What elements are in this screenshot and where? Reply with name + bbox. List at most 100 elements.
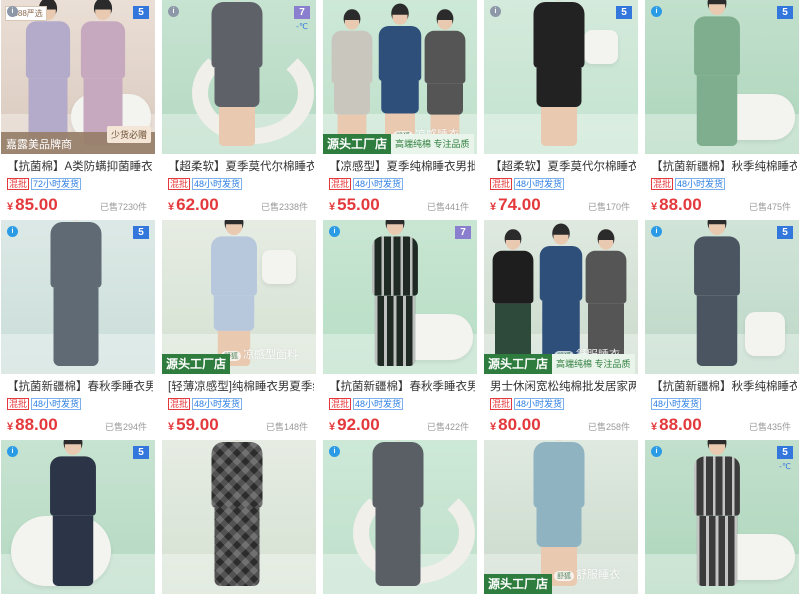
- model-figure: [372, 440, 424, 586]
- product-card[interactable]: i5 【抗菌新疆棉】春秋季睡衣男纯… 混批48小时发货 ¥88.00 已售294件: [1, 220, 155, 440]
- product-card[interactable]: i7【抗菌新疆棉】春秋季睡衣男纯…混批48小时发货 ¥92.00 已售422件: [323, 220, 477, 440]
- factory-banner: 源头工厂店 高端纯棉 专注品质: [323, 134, 474, 154]
- service-tag: 混批: [651, 178, 674, 190]
- product-title[interactable]: 【抗菌新疆棉】春秋季睡衣男纯…: [329, 380, 475, 394]
- product-card[interactable]: i 5 -℃: [645, 440, 799, 600]
- model-figure: [211, 440, 263, 586]
- price-row: ¥85.00 已售7230件: [7, 194, 155, 216]
- info-circle-icon: i: [329, 226, 340, 237]
- service-tag: 混批: [490, 178, 513, 190]
- product-image[interactable]: i5: [645, 220, 799, 374]
- price: ¥80.00: [490, 415, 541, 434]
- product-card[interactable]: i 7-℃ 【超柔软】夏季莫代尔棉睡衣男… 混批48小时发货 ¥62.00 已售233…: [162, 0, 316, 220]
- product-image[interactable]: i: [323, 440, 477, 594]
- model-figure: [378, 3, 422, 146]
- product-image[interactable]: i 7 -℃: [162, 0, 316, 154]
- product-image[interactable]: 舒狐舒服睡衣源头工厂店高端纯棉 专注品质: [484, 220, 638, 374]
- stool-prop: [745, 312, 785, 356]
- product-title[interactable]: [轻薄凉感型]纯棉睡衣男夏季纯…: [168, 380, 314, 394]
- product-card[interactable]: i5【抗菌新疆棉】秋季纯棉睡衣男…48小时发货 ¥88.00 已售435件: [645, 220, 799, 440]
- price: ¥74.00: [490, 195, 541, 214]
- price-row: ¥88.00 已售435件: [651, 414, 799, 436]
- product-title[interactable]: 男士休闲宽松纯棉批发居家两件…: [490, 380, 636, 394]
- product-image[interactable]: i5: [1, 440, 155, 594]
- sold-count: 已售435件: [748, 422, 791, 432]
- service-tags: 混批 48小时发货: [490, 398, 638, 410]
- info-circle-icon: i: [490, 6, 501, 17]
- service-tag: 48小时发货: [31, 398, 82, 410]
- product-title[interactable]: 【抗菌棉】A类防螨抑菌睡衣女…: [7, 160, 153, 174]
- product-image[interactable]: [162, 440, 316, 594]
- sold-count: 已售441件: [426, 202, 469, 212]
- price-row: ¥80.00 已售258件: [490, 414, 638, 436]
- service-tag: 混批: [168, 178, 191, 190]
- sold-count: 已售170件: [587, 202, 630, 212]
- model-figure: [539, 223, 583, 366]
- level-badge: 5: [616, 6, 632, 19]
- product-card[interactable]: 舒狐 舒服睡衣 源头工厂店: [484, 440, 638, 600]
- price-row: ¥88.00 已售294件: [7, 414, 155, 436]
- product-image[interactable]: i5: [645, 0, 799, 154]
- product-title[interactable]: 【凉感型】夏季纯棉睡衣男批发…: [329, 160, 475, 174]
- service-tag: 48小时发货: [514, 398, 565, 410]
- product-title[interactable]: 【抗菌新疆棉】秋季纯棉睡衣男…: [651, 160, 797, 174]
- level-badge: 5: [777, 6, 793, 19]
- product-title[interactable]: 【抗菌新疆棉】秋季纯棉睡衣男…: [651, 380, 797, 394]
- factory-banner: 源头工厂店 高端纯棉 专注品质: [484, 354, 635, 374]
- product-image[interactable]: i7: [323, 220, 477, 374]
- product-image[interactable]: i5: [484, 0, 638, 154]
- product-image[interactable]: i 5 -℃: [645, 440, 799, 594]
- product-image[interactable]: 舒狐 凉感型面料 源头工厂店: [162, 220, 316, 374]
- price-row: ¥62.00 已售2338件: [168, 194, 316, 216]
- price-row: ¥55.00 已售441件: [329, 194, 477, 216]
- price: ¥55.00: [329, 195, 380, 214]
- factory-label: 源头工厂店: [484, 354, 553, 374]
- model-figure: [80, 0, 126, 146]
- level-badge: 5: [133, 446, 149, 459]
- product-card[interactable]: 舒狐凉感睡衣源头工厂店高端纯棉 专注品质【凉感型】夏季纯棉睡衣男批发… 混批48小…: [323, 0, 477, 220]
- service-tags: 混批 48小时发货: [7, 398, 155, 410]
- service-tag: 混批: [7, 398, 30, 410]
- product-card[interactable]: i5: [1, 440, 155, 600]
- product-image[interactable]: 1688严选 i 5 嘉露美品牌商 少货必赠: [1, 0, 155, 154]
- product-image[interactable]: 舒狐凉感睡衣源头工厂店高端纯棉 专注品质: [323, 0, 477, 154]
- model-figure: [25, 0, 71, 146]
- brand-logo: 舒狐: [554, 571, 574, 581]
- product-image[interactable]: i5: [1, 220, 155, 374]
- product-card[interactable]: i: [323, 440, 477, 600]
- product-card[interactable]: [162, 440, 316, 600]
- factory-sub: 高端纯棉 专注品质: [552, 354, 635, 374]
- factory-label: 源头工厂店: [323, 134, 392, 154]
- info-circle-icon: i: [7, 446, 18, 457]
- service-tag: 48小时发货: [353, 398, 404, 410]
- product-title[interactable]: 【超柔软】夏季莫代尔棉睡衣男…: [490, 160, 636, 174]
- product-card[interactable]: i5【超柔软】夏季莫代尔棉睡衣男…混批48小时发货 ¥74.00 已售170件: [484, 0, 638, 220]
- price: ¥85.00: [7, 195, 58, 214]
- brand-band: 嘉露美品牌商 少货必赠: [1, 126, 155, 154]
- sold-count: 已售148件: [265, 422, 308, 432]
- product-title[interactable]: 【抗菌新疆棉】春秋季睡衣男纯…: [7, 380, 153, 394]
- service-tag: 混批: [168, 398, 191, 410]
- info-circle-icon: i: [651, 446, 662, 457]
- price-row: ¥88.00 已售475件: [651, 194, 799, 216]
- brand-overlay: 舒狐 凉感型面料: [221, 346, 298, 362]
- product-card[interactable]: 舒狐凉感型面料源头工厂店 [轻薄凉感型]纯棉睡衣男夏季纯… 混批48小时发货 ¥59…: [162, 220, 316, 440]
- product-title[interactable]: 【超柔软】夏季莫代尔棉睡衣男…: [168, 160, 314, 174]
- product-card[interactable]: 1688严选i5嘉露美品牌商少货必赠【抗菌棉】A类防螨抑菌睡衣女…混批72小时发…: [1, 0, 155, 220]
- model-figure: [211, 0, 263, 146]
- sold-count: 已售2338件: [260, 202, 308, 212]
- model-figure: [492, 229, 534, 366]
- service-tag: 72小时发货: [31, 178, 82, 190]
- model-figure: [533, 440, 585, 586]
- product-card[interactable]: 舒狐舒服睡衣源头工厂店高端纯棉 专注品质男士休闲宽松纯棉批发居家两件… 混批48小…: [484, 220, 638, 440]
- sold-count: 已售475件: [748, 202, 791, 212]
- product-card[interactable]: i5 【抗菌新疆棉】秋季纯棉睡衣男… 混批48小时发货 ¥88.00 已售475件: [645, 0, 799, 220]
- brand-name: 嘉露美品牌商: [6, 139, 72, 151]
- info-circle-icon: i: [7, 6, 18, 17]
- pillow-prop: [584, 30, 618, 64]
- service-tags: 混批 48小时发货: [490, 178, 638, 190]
- service-tag: 48小时发货: [675, 178, 726, 190]
- product-image[interactable]: 舒狐 舒服睡衣 源头工厂店: [484, 440, 638, 594]
- service-tag: 48小时发货: [192, 178, 243, 190]
- service-tags: 混批 48小时发货: [329, 398, 477, 410]
